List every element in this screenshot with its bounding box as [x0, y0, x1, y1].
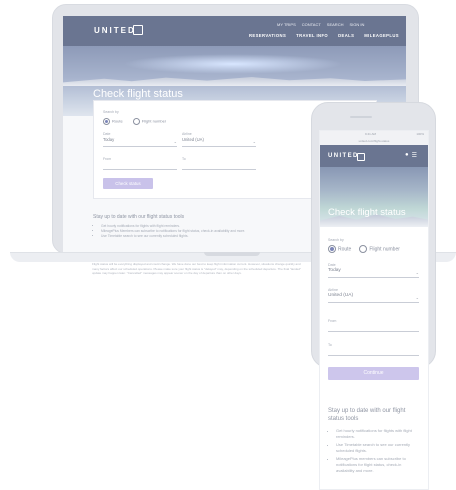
date-value: Today — [328, 268, 341, 273]
search-by-label: Search by — [103, 110, 119, 114]
united-logo[interactable]: UNITED — [94, 26, 136, 35]
list-item: Get hourly notifications for flights wit… — [336, 428, 420, 440]
tools-list: Get hourly notifications for flights wit… — [328, 428, 420, 474]
laptop-notch — [204, 252, 260, 256]
list-item: Use Timetable search to see our currentl… — [101, 234, 333, 238]
flight-number-radio-label: Flight number — [141, 118, 167, 124]
date-label: Date — [328, 263, 336, 267]
to-placeholder: To — [328, 343, 332, 347]
route-radio[interactable]: Route — [328, 245, 351, 253]
header-icons: ● ☰ — [405, 152, 417, 159]
airline-label: Airline — [182, 132, 192, 136]
nav-deals[interactable]: DEALS — [338, 33, 354, 38]
battery-indicator: 100% — [416, 132, 424, 136]
flight-status-tools: Stay up to date with our flight status t… — [328, 407, 420, 476]
globe-logo-icon — [133, 25, 143, 35]
menu-icon[interactable]: ☰ — [412, 152, 417, 159]
airline-label: Airline — [328, 288, 338, 292]
flight-number-radio[interactable]: Flight number — [132, 118, 167, 125]
aurora-glow — [123, 54, 343, 74]
mobile-header: UNITED ● ☰ — [320, 145, 428, 167]
to-field[interactable]: To — [182, 157, 256, 170]
mobile-screen: 9:41 AM 100% united.com/flight-status UN… — [319, 130, 429, 490]
flight-number-radio-label: Flight number — [369, 246, 400, 253]
phone-speaker — [350, 116, 372, 118]
tools-heading: Stay up to date with our flight status t… — [93, 214, 185, 220]
list-item: Get hourly notifications for flights wit… — [101, 224, 333, 228]
disclaimer-text: Flight status will be everything display… — [92, 262, 302, 276]
person-icon[interactable]: ● — [405, 152, 409, 159]
url-bar[interactable]: united.com/flight-status — [320, 138, 428, 145]
flight-number-radio[interactable]: Flight number — [359, 245, 400, 253]
tools-list: Get hourly notifications for flights wit… — [93, 224, 333, 238]
date-select[interactable]: Date Today ⌄ — [328, 263, 419, 278]
airline-value: United (UA) — [182, 137, 204, 142]
route-radio[interactable]: Route — [103, 118, 123, 125]
from-field[interactable]: From — [328, 319, 419, 332]
date-value: Today — [103, 137, 115, 142]
from-field[interactable]: From — [103, 157, 177, 170]
list-item: Use Timetable search to see our currentl… — [336, 442, 420, 454]
globe-logo-icon — [357, 153, 365, 161]
chevron-down-icon: ⌄ — [252, 139, 256, 144]
sign-in-link[interactable]: SIGN IN — [349, 22, 364, 27]
united-logo[interactable]: UNITED — [328, 153, 359, 159]
page-title: Check flight status — [328, 207, 406, 218]
utility-links: MY TRIPS CONTACT SEARCH SIGN IN — [277, 22, 364, 27]
flight-status-tools: Stay up to date with our flight status t… — [93, 214, 333, 239]
main-nav: RESERVATIONS TRAVEL INFO DEALS MILEAGEPL… — [249, 33, 399, 38]
list-item: MileagePlus Members can subscribe to not… — [101, 229, 333, 233]
nav-travel-info[interactable]: TRAVEL INFO — [296, 33, 328, 38]
radio-selected-icon — [328, 245, 336, 253]
radio-empty-icon — [359, 245, 368, 253]
airline-value: United (UA) — [328, 293, 354, 298]
status-bar: 9:41 AM 100% — [320, 131, 428, 138]
my-trips-link[interactable]: MY TRIPS — [277, 22, 296, 27]
chevron-down-icon: ⌄ — [173, 139, 177, 144]
search-by-options: Route Flight number — [103, 118, 166, 125]
radio-empty-icon — [132, 118, 140, 125]
chevron-down-icon: ⌄ — [415, 295, 419, 300]
date-label: Date — [103, 132, 111, 136]
search-link[interactable]: SEARCH — [327, 22, 344, 27]
from-placeholder: From — [328, 319, 337, 323]
to-field[interactable]: To — [328, 343, 419, 356]
contact-link[interactable]: CONTACT — [302, 22, 321, 27]
radio-selected-icon — [103, 118, 110, 125]
to-placeholder: To — [182, 157, 186, 161]
page-title: Check flight status — [93, 88, 183, 100]
list-item: MileagePlus members can subscribe to not… — [336, 456, 420, 474]
nav-reservations[interactable]: RESERVATIONS — [249, 33, 286, 38]
from-placeholder: From — [103, 157, 112, 161]
chevron-down-icon: ⌄ — [415, 270, 419, 275]
search-by-label: Search by — [328, 238, 344, 242]
nav-mileageplus[interactable]: MILEAGEPLUS — [364, 33, 399, 38]
check-status-button[interactable]: Check status — [103, 178, 153, 189]
airline-select[interactable]: Airline United (UA) ⌄ — [182, 132, 256, 147]
tools-heading: Stay up to date with our flight status t… — [328, 408, 406, 422]
airline-select[interactable]: Airline United (UA) ⌄ — [328, 288, 419, 303]
search-by-options: Route Flight number — [328, 245, 400, 253]
continue-button[interactable]: Continue — [328, 367, 419, 380]
route-radio-label: Route — [338, 246, 352, 253]
date-select[interactable]: Date Today ⌄ — [103, 132, 177, 147]
route-radio-label: Route — [112, 118, 123, 124]
status-time: 9:41 AM — [365, 132, 377, 136]
site-header: UNITED MY TRIPS CONTACT SEARCH SIGN IN R… — [63, 16, 406, 46]
